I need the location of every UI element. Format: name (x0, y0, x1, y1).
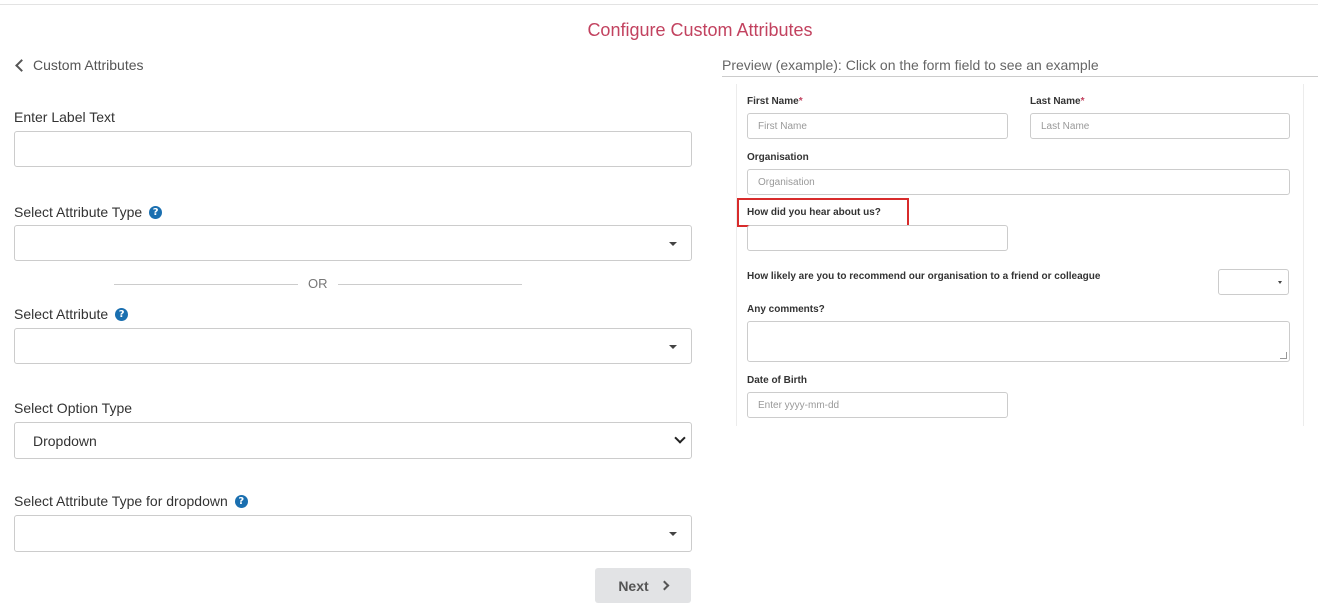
label-text-label-text: Enter Label Text (14, 109, 115, 125)
preview-first-name-label: First Name* (747, 96, 803, 107)
caret-down-icon (669, 532, 677, 536)
preview-last-name-label: Last Name* (1030, 96, 1084, 107)
preview-last-name-input[interactable]: Last Name (1030, 113, 1290, 139)
attribute-select[interactable] (14, 328, 692, 364)
label-text-input[interactable] (14, 131, 692, 167)
label-text-label: Enter Label Text (14, 109, 115, 125)
or-line-right (338, 284, 522, 285)
chevron-down-icon (674, 432, 686, 444)
dropdown-attribute-type-label-text: Select Attribute Type for dropdown (14, 493, 228, 509)
option-type-select[interactable]: Dropdown (14, 422, 692, 459)
question-circle-icon[interactable]: ? (115, 307, 129, 321)
preview-recommend-label: How likely are you to recommend our orga… (747, 271, 1101, 282)
or-label: OR (308, 276, 328, 291)
preview-first-name-input[interactable]: First Name (747, 113, 1008, 139)
dropdown-attribute-type-select[interactable] (14, 515, 692, 552)
dropdown-attribute-type-label: Select Attribute Type for dropdown ? (14, 493, 248, 509)
chevron-right-icon (659, 580, 670, 591)
preview-first-name-label-text: First Name (747, 96, 799, 107)
required-mark: * (1080, 96, 1085, 107)
option-type-label: Select Option Type (14, 400, 132, 416)
attribute-label: Select Attribute ? (14, 306, 129, 322)
option-type-value: Dropdown (33, 433, 97, 449)
resize-handle-icon[interactable] (1280, 352, 1287, 359)
caret-down-icon (669, 242, 677, 246)
caret-down-icon (1278, 281, 1282, 284)
preview-dob-input[interactable]: Enter yyyy-mm-dd (747, 392, 1008, 418)
page-title: Configure Custom Attributes (587, 20, 813, 40)
preview-hear-about-label: How did you hear about us? (747, 207, 881, 218)
chevron-left-icon (15, 58, 28, 72)
preview-comments-label: Any comments? (747, 304, 825, 315)
attribute-type-label-text: Select Attribute Type (14, 204, 143, 220)
preview-dob-label: Date of Birth (747, 375, 807, 386)
or-divider: OR (114, 276, 522, 292)
preview-hear-about-input[interactable] (747, 225, 1008, 251)
required-mark: * (798, 96, 803, 107)
question-circle-icon[interactable]: ? (149, 205, 163, 219)
preview-organisation-label: Organisation (747, 152, 809, 163)
or-line-left (114, 284, 298, 285)
next-button-label: Next (618, 577, 649, 594)
top-divider (0, 4, 1318, 5)
next-button[interactable]: Next (595, 568, 691, 603)
preview-comments-textarea[interactable] (747, 321, 1290, 362)
caret-down-icon (669, 345, 677, 349)
question-circle-icon[interactable]: ? (234, 494, 248, 508)
back-link[interactable]: Custom Attributes (14, 57, 144, 73)
attribute-type-select[interactable] (14, 225, 692, 261)
preview-organisation-input[interactable]: Organisation (747, 169, 1290, 195)
attribute-label-text: Select Attribute (14, 306, 109, 322)
preview-divider (722, 76, 1318, 77)
back-link-label: Custom Attributes (33, 57, 144, 73)
preview-recommend-select[interactable] (1218, 269, 1289, 295)
preview-heading: Preview (example): Click on the form fie… (722, 57, 1099, 73)
preview-last-name-label-text: Last Name (1030, 96, 1081, 107)
attribute-type-label: Select Attribute Type ? (14, 204, 163, 220)
option-type-label-text: Select Option Type (14, 400, 133, 416)
